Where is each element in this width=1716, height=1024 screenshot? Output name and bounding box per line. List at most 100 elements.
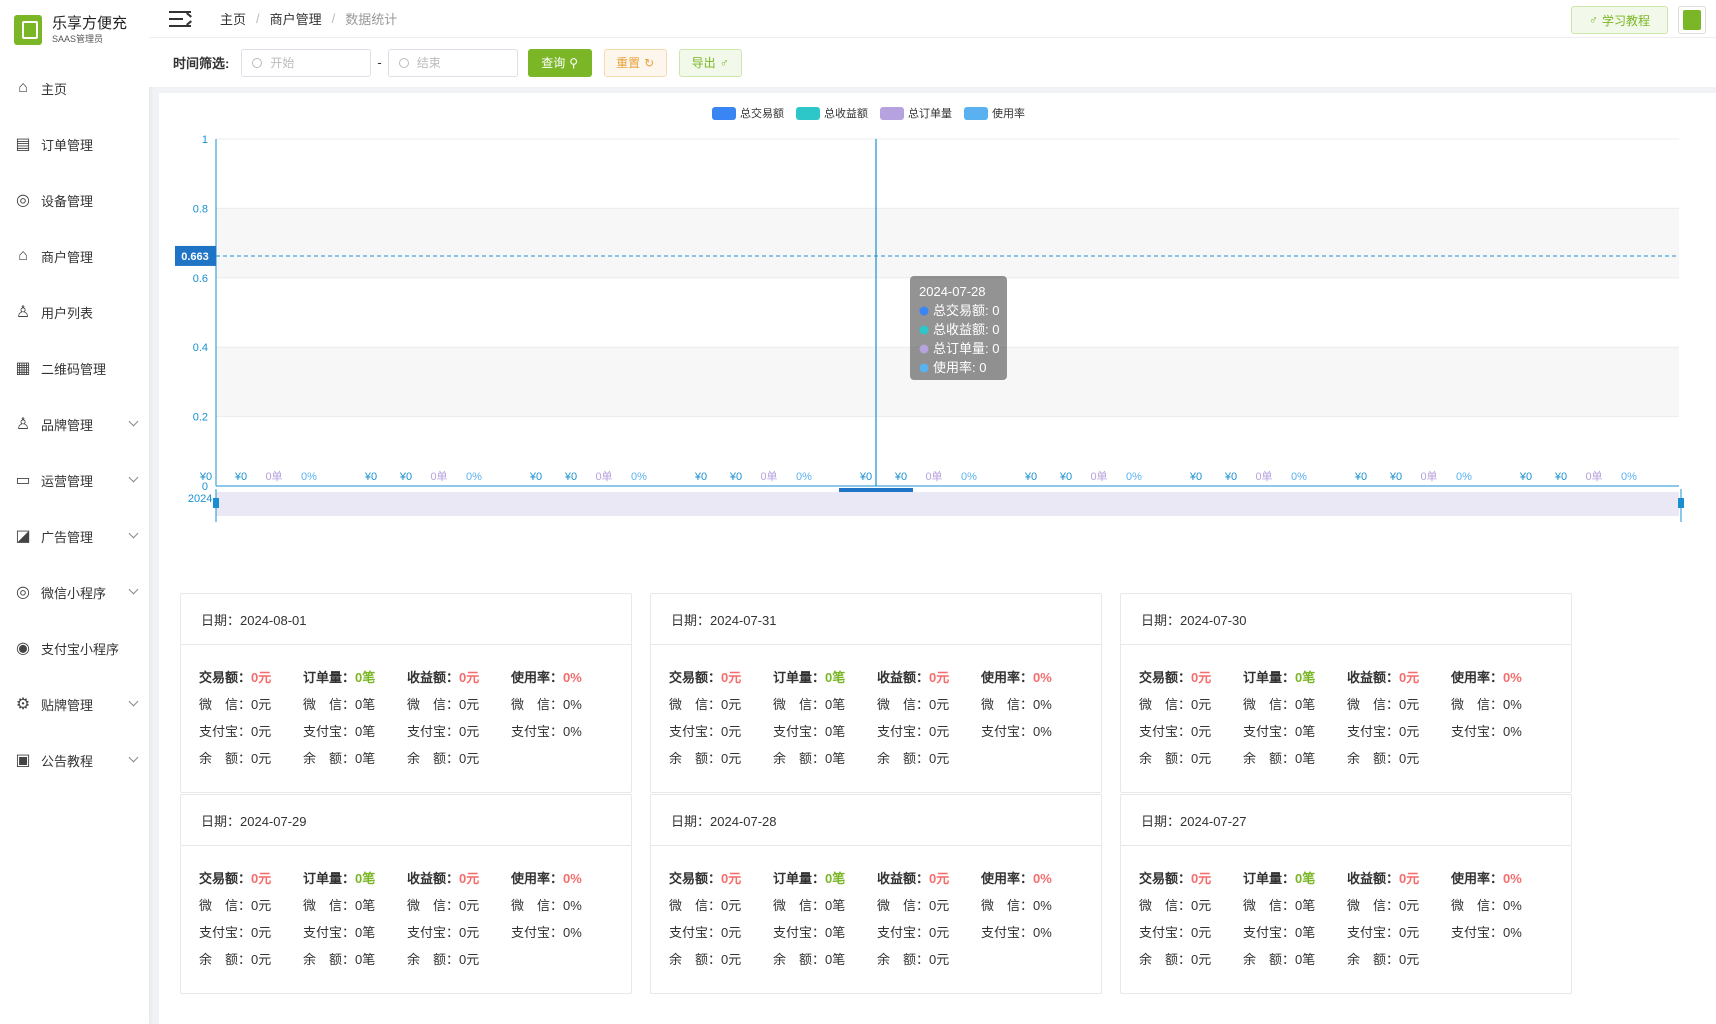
field-label: 余 额： bbox=[407, 952, 460, 967]
field-title: 交易额： bbox=[669, 670, 722, 685]
field-value: 0元 bbox=[251, 952, 272, 967]
field-label: 微 信： bbox=[511, 898, 564, 913]
field-total-value: 0元 bbox=[1191, 871, 1212, 886]
sidebar-item-7[interactable]: ▭ 运营管理 bbox=[0, 452, 149, 508]
field-value: 0% bbox=[563, 925, 582, 940]
sidebar-item-8[interactable]: ◪ 广告管理 bbox=[0, 508, 149, 564]
card-orders-total: 订单量：0笔 bbox=[1243, 667, 1315, 686]
bar-data-label: ¥0 bbox=[529, 471, 542, 483]
tutorial-button[interactable]: ♂ 学习教程 bbox=[1571, 6, 1668, 34]
sidebar-item-1[interactable]: ▤ 订单管理 bbox=[0, 116, 149, 172]
query-button[interactable]: 查询 ⚲ bbox=[527, 48, 592, 77]
sidebar-item-6[interactable]: ♙ 品牌管理 bbox=[0, 396, 149, 452]
bar-data-label: 0% bbox=[1456, 471, 1472, 483]
sidebar-item-5[interactable]: ▦ 二维码管理 bbox=[0, 340, 149, 396]
field-label: 支付宝： bbox=[511, 925, 564, 940]
breadcrumb-merchant[interactable]: 商户管理 bbox=[270, 9, 322, 28]
menu-toggle-icon[interactable] bbox=[169, 10, 193, 28]
bar-data-label: ¥0 bbox=[1059, 471, 1072, 483]
field-total-value: 0笔 bbox=[825, 871, 846, 886]
field-title: 使用率： bbox=[981, 670, 1034, 685]
card-usage-total: 使用率：0% bbox=[511, 667, 582, 686]
chevron-down-icon bbox=[128, 584, 139, 595]
brand-subtitle: SAAS管理员 bbox=[52, 34, 104, 44]
field-label: 支付宝： bbox=[1451, 925, 1504, 940]
export-label: 导出 bbox=[691, 56, 716, 70]
card-trade-balance: 余 额：0元 bbox=[1139, 748, 1211, 767]
card-orders-alipay: 支付宝：0笔 bbox=[773, 721, 845, 740]
field-total-value: 0元 bbox=[459, 871, 480, 886]
field-title: 使用率： bbox=[511, 670, 564, 685]
field-label: 微 信： bbox=[1139, 697, 1192, 712]
field-value: 0% bbox=[563, 724, 582, 739]
chevron-down-icon bbox=[128, 696, 139, 707]
sidebar-item-10[interactable]: ◉ 支付宝小程序 bbox=[0, 620, 149, 676]
end-placeholder: 结束 bbox=[416, 56, 441, 70]
y-tick-label: 1 bbox=[202, 134, 208, 146]
sidebar-item-label: 运营管理 bbox=[41, 473, 94, 489]
card-orders-balance: 余 额：0笔 bbox=[773, 949, 845, 968]
field-label: 微 信： bbox=[669, 898, 722, 913]
card-orders-total: 订单量：0笔 bbox=[303, 667, 375, 686]
field-value: 0元 bbox=[459, 898, 480, 913]
field-label: 微 信： bbox=[1451, 898, 1504, 913]
field-label: 微 信： bbox=[407, 898, 460, 913]
sidebar-item-12[interactable]: ▣ 公告教程 bbox=[0, 732, 149, 788]
field-label: 支付宝： bbox=[303, 724, 356, 739]
card-trade-total: 交易额：0元 bbox=[199, 667, 271, 686]
field-value: 0笔 bbox=[1295, 751, 1316, 766]
card-income-alipay: 支付宝：0元 bbox=[407, 922, 479, 941]
field-total-value: 0% bbox=[1033, 871, 1052, 886]
sidebar-item-label: 微信小程序 bbox=[41, 585, 107, 601]
field-value: 0笔 bbox=[1295, 697, 1316, 712]
card-trade-balance: 余 额：0元 bbox=[669, 949, 741, 968]
card-income-balance: 余 额：0元 bbox=[1347, 748, 1419, 767]
top-bar: 主页 / 商户管理 / 数据统计 ♂ 学习教程 bbox=[149, 0, 1716, 38]
field-value: 0元 bbox=[1191, 724, 1212, 739]
breadcrumb-home[interactable]: 主页 bbox=[220, 9, 246, 28]
field-value: 0笔 bbox=[825, 751, 846, 766]
field-value: 0元 bbox=[459, 697, 480, 712]
field-value: 0元 bbox=[251, 751, 272, 766]
chart-svg[interactable]: 00.20.40.60.81总交易额总收益额总订单量使用率2024-07-24¥… bbox=[159, 93, 1716, 573]
tooltip-row: 总收益额: 0 bbox=[933, 322, 999, 337]
card-income-total: 收益额：0元 bbox=[407, 667, 479, 686]
field-value: 0元 bbox=[721, 952, 742, 967]
card-income-alipay: 支付宝：0元 bbox=[877, 922, 949, 941]
legend-swatch bbox=[964, 107, 988, 120]
brand[interactable]: 乐享方便充 SAAS管理员 bbox=[0, 0, 149, 60]
field-title: 订单量： bbox=[1243, 871, 1296, 886]
sidebar-item-9[interactable]: ◎ 微信小程序 bbox=[0, 564, 149, 620]
field-title: 收益额： bbox=[877, 670, 930, 685]
sidebar-item-4[interactable]: ♙ 用户列表 bbox=[0, 284, 149, 340]
card-income-alipay: 支付宝：0元 bbox=[407, 721, 479, 740]
field-value: 0% bbox=[1503, 697, 1522, 712]
sidebar-item-label: 广告管理 bbox=[41, 529, 94, 545]
start-date-input[interactable]: 开始 bbox=[241, 48, 372, 77]
tooltip-title: 2024-07-28 bbox=[919, 284, 986, 299]
field-title: 订单量： bbox=[303, 670, 356, 685]
card-income-wechat: 微 信：0元 bbox=[1347, 694, 1419, 713]
sidebar-item-2[interactable]: ◎ 设备管理 bbox=[0, 172, 149, 228]
sidebar-item-11[interactable]: ⚙ 贴牌管理 bbox=[0, 676, 149, 732]
sidebar-item-0[interactable]: ⌂ 主页 bbox=[0, 60, 149, 116]
field-title: 收益额： bbox=[407, 871, 460, 886]
field-label: 支付宝： bbox=[669, 724, 722, 739]
card-usage-wechat: 微 信：0% bbox=[511, 895, 582, 914]
card-trade-total: 交易额：0元 bbox=[669, 667, 741, 686]
end-date-input[interactable]: 结束 bbox=[387, 48, 518, 77]
field-label: 余 额： bbox=[1243, 952, 1296, 967]
field-label: 微 信： bbox=[1451, 697, 1504, 712]
sidebar-item-3[interactable]: ⌂ 商户管理 bbox=[0, 228, 149, 284]
tooltip-row: 总订单量: 0 bbox=[933, 341, 999, 356]
user-avatar[interactable] bbox=[1678, 6, 1706, 34]
card-orders-wechat: 微 信：0笔 bbox=[303, 694, 375, 713]
card-orders-wechat: 微 信：0笔 bbox=[773, 694, 845, 713]
stats-chart[interactable]: 00.20.40.60.81总交易额总收益额总订单量使用率2024-07-24¥… bbox=[159, 93, 1716, 573]
field-title: 交易额： bbox=[1139, 871, 1192, 886]
field-title: 收益额： bbox=[1347, 871, 1400, 886]
field-title: 交易额： bbox=[199, 871, 252, 886]
reset-button[interactable]: 重置 ↻ bbox=[603, 48, 667, 77]
home-icon: ⌂ bbox=[18, 79, 28, 96]
export-button[interactable]: 导出 ♂ bbox=[678, 48, 742, 77]
